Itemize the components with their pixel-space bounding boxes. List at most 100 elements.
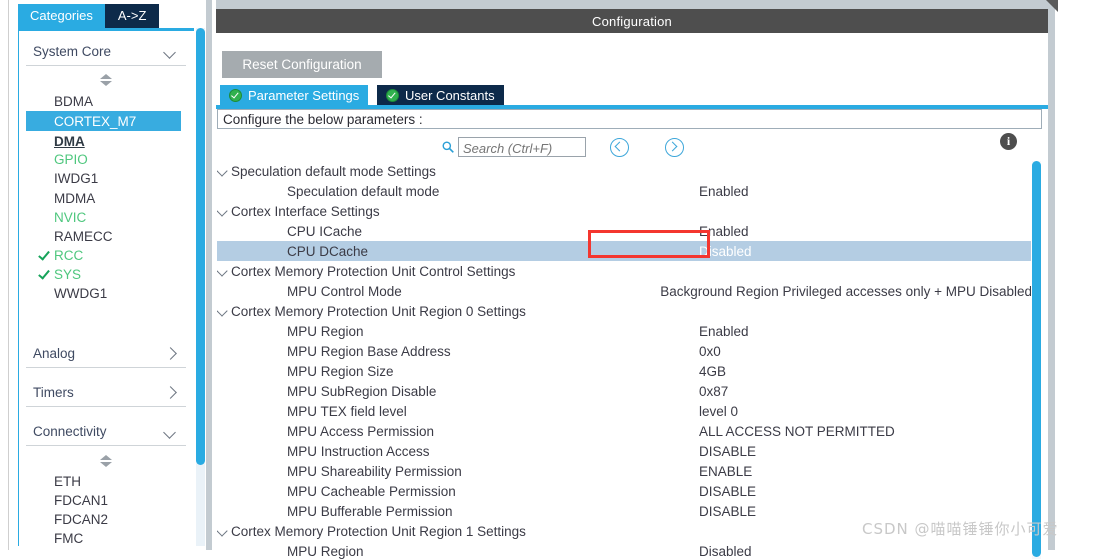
reset-configuration-button[interactable]: Reset Configuration (222, 51, 382, 78)
tree-group-row[interactable]: Cortex Memory Protection Unit Region 0 S… (217, 301, 1031, 321)
sidebar-item-ramecc[interactable]: RAMECC (26, 226, 186, 246)
sidebar-group-connectivity[interactable]: Connectivity (26, 418, 186, 446)
sidebar-item-iwdg1[interactable]: IWDG1 (26, 168, 186, 188)
tree-row-value[interactable]: 0x0 (699, 344, 721, 359)
search-previous-button[interactable] (610, 138, 629, 157)
configuration-header-bar: Configuration (216, 9, 1048, 33)
tree-row[interactable]: MPU Cacheable Permission DISABLE (217, 481, 1031, 501)
sidebar-tab-categories[interactable]: Categories (18, 4, 105, 28)
sidebar-item-eth[interactable]: ETH (26, 471, 186, 491)
chevron-down-icon[interactable] (217, 206, 228, 217)
tree-group-row[interactable]: Cortex Memory Protection Unit Control Se… (217, 261, 1031, 281)
tree-row-label: MPU Shareability Permission (287, 463, 462, 479)
tree-row-value[interactable]: Enabled (699, 324, 749, 339)
tab-user-constants[interactable]: User Constants (377, 85, 504, 105)
sidebar-item-label: MDMA (54, 190, 96, 206)
categories-sidebar: Categories A->Z System Core BDMA CORTEX_… (0, 0, 212, 550)
tree-row-value[interactable]: 4GB (699, 364, 726, 379)
search-input-wrapper[interactable] (458, 137, 586, 158)
tree-row-value[interactable]: Enabled (699, 184, 749, 199)
parameter-tree: Speculation default mode Settings Specul… (217, 161, 1031, 559)
tree-group-row[interactable]: Cortex Interface Settings (217, 201, 1031, 221)
scroll-spinner-connectivity[interactable] (100, 455, 113, 468)
sidebar-item-label: RAMECC (54, 228, 113, 244)
sidebar-item-sys[interactable]: SYS (26, 264, 186, 284)
tree-row-label: Speculation default mode Settings (231, 163, 436, 179)
sidebar-item-rcc[interactable]: RCC (26, 245, 186, 265)
tree-row-value[interactable]: 0x87 (699, 384, 728, 399)
sidebar-scrollbar-thumb[interactable] (196, 28, 205, 465)
sidebar-item-label: FDCAN2 (54, 511, 109, 527)
tab-parameter-settings[interactable]: Parameter Settings (220, 85, 369, 105)
reset-configuration-label: Reset Configuration (242, 57, 362, 72)
sidebar-item-fdcan1[interactable]: FDCAN1 (26, 490, 186, 510)
configure-parameters-text: Configure the below parameters : (223, 111, 423, 127)
annotation-highlight-box (588, 230, 710, 258)
sidebar-item-bdma[interactable]: BDMA (26, 91, 186, 111)
sidebar-item-nvic[interactable]: NVIC (26, 207, 186, 227)
tree-row-value[interactable]: DISABLE (699, 504, 756, 519)
tree-row-label: Cortex Memory Protection Unit Control Se… (231, 263, 516, 279)
tree-row[interactable]: MPU TEX field level level 0 (217, 401, 1031, 421)
sidebar-tab-a-to-z[interactable]: A->Z (104, 4, 160, 28)
search-input[interactable] (459, 138, 585, 158)
sidebar-item-label: NVIC (54, 209, 87, 225)
sidebar-item-label: RCC (54, 247, 84, 263)
sidebar-group-system-core-label: System Core (33, 44, 112, 59)
tree-row-label: MPU Control Mode (287, 283, 402, 299)
sidebar-group-analog[interactable]: Analog (26, 340, 186, 368)
tree-scrollbar-thumb[interactable] (1032, 161, 1041, 557)
sidebar-group-timers-label: Timers (33, 385, 74, 400)
tree-row-value[interactable]: ENABLE (699, 464, 752, 479)
chevron-down-icon[interactable] (217, 166, 228, 177)
window-right-edge (1048, 0, 1055, 550)
tree-row-value[interactable]: level 0 (699, 404, 738, 419)
chevron-down-icon (163, 424, 178, 439)
tree-row[interactable]: MPU Region Size 4GB (217, 361, 1031, 381)
sidebar-item-label: ETH (54, 473, 81, 489)
sidebar-item-gpio[interactable]: GPIO (26, 149, 186, 169)
tree-row[interactable]: MPU Access Permission ALL ACCESS NOT PER… (217, 421, 1031, 441)
search-icon (442, 141, 454, 153)
sidebar-group-timers[interactable]: Timers (26, 379, 186, 407)
tree-row[interactable]: MPU Control Mode Background Region Privi… (217, 281, 1031, 301)
panel-gap (216, 0, 1048, 9)
tree-row-value[interactable]: Background Region Privileged accesses on… (660, 284, 1031, 299)
tree-row-value[interactable]: DISABLE (699, 484, 756, 499)
tree-row[interactable]: MPU Region Base Address 0x0 (217, 341, 1031, 361)
chevron-down-icon[interactable] (217, 266, 228, 277)
watermark: CSDN @喵喵锤锤你小可爱 (862, 520, 1059, 538)
tree-row-label: MPU Access Permission (287, 423, 435, 439)
search-next-button[interactable] (665, 138, 684, 157)
tree-row[interactable]: MPU Instruction Access DISABLE (217, 441, 1031, 461)
info-icon[interactable]: i (1000, 133, 1017, 150)
info-icon-glyph: i (1006, 134, 1011, 148)
tree-row[interactable]: MPU Region Disabled (217, 541, 1031, 559)
tree-row[interactable]: MPU SubRegion Disable 0x87 (217, 381, 1031, 401)
tree-row-value[interactable]: Disabled (699, 544, 752, 559)
sidebar-item-dma[interactable]: DMA (26, 131, 186, 151)
scroll-spinner-system-core[interactable] (100, 74, 113, 87)
parameter-tabs: Parameter Settings User Constants (216, 85, 1048, 109)
sidebar-group-system-core[interactable]: System Core (26, 38, 186, 66)
window-corner-marker (1046, 0, 1058, 12)
tree-row[interactable]: MPU Region Enabled (217, 321, 1031, 341)
sidebar-item-fdcan2[interactable]: FDCAN2 (26, 509, 186, 529)
sidebar-item-fmc[interactable]: FMC (26, 528, 186, 548)
chevron-down-icon[interactable] (217, 526, 228, 537)
sidebar-item-mdma[interactable]: MDMA (26, 188, 186, 208)
tree-group-row[interactable]: Speculation default mode Settings (217, 161, 1031, 181)
tree-row-label: MPU SubRegion Disable (287, 383, 437, 399)
tree-row[interactable]: Speculation default mode Enabled (217, 181, 1031, 201)
chevron-down-icon[interactable] (217, 306, 228, 317)
sidebar-item-label: FDCAN1 (54, 492, 109, 508)
check-circle-icon (229, 88, 242, 102)
tree-row[interactable]: MPU Shareability Permission ENABLE (217, 461, 1031, 481)
tab-user-constants-label: User Constants (405, 87, 495, 103)
sidebar-item-cortex-m7[interactable]: CORTEX_M7 (26, 111, 181, 131)
configuration-panel: Configuration Reset Configuration Parame… (216, 9, 1048, 559)
sidebar-item-wwdg1[interactable]: WWDG1 (26, 283, 186, 303)
sidebar-group-connectivity-label: Connectivity (33, 424, 107, 439)
tree-row-value[interactable]: ALL ACCESS NOT PERMITTED (699, 424, 895, 439)
tree-row-value[interactable]: DISABLE (699, 444, 756, 459)
